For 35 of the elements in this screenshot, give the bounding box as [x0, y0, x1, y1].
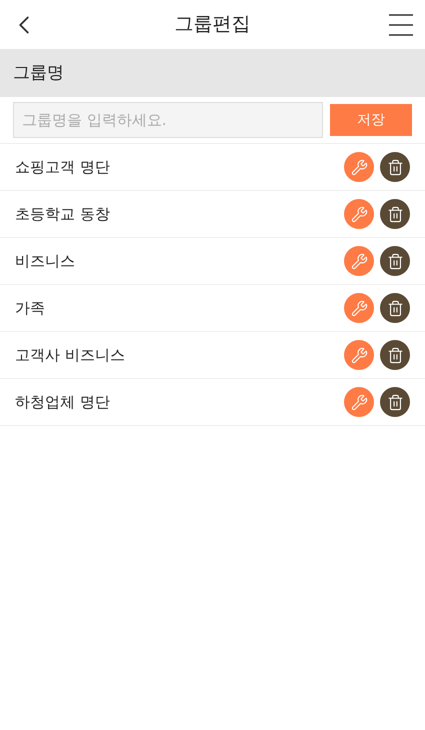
section-title: 그룹명	[13, 62, 64, 85]
menu-icon	[388, 12, 414, 36]
wrench-icon	[350, 158, 368, 176]
trash-icon	[386, 158, 404, 176]
delete-button[interactable]	[380, 152, 410, 182]
page-title: 그룹편집	[174, 12, 250, 38]
edit-button[interactable]	[344, 246, 374, 276]
group-name: 가족	[15, 298, 46, 319]
group-name: 초등학교 동창	[15, 204, 111, 225]
edit-button[interactable]	[344, 293, 374, 323]
group-name: 고객사 비즈니스	[15, 344, 126, 366]
wrench-icon	[350, 300, 368, 316]
trash-icon	[386, 346, 404, 364]
delete-button[interactable]	[380, 246, 410, 276]
trash-icon	[386, 394, 404, 410]
edit-button[interactable]	[344, 340, 374, 370]
delete-button[interactable]	[380, 199, 410, 229]
wrench-icon	[350, 394, 368, 410]
delete-button[interactable]	[380, 340, 410, 370]
trash-icon	[386, 252, 404, 270]
group-name: 쇼핑고객 명단	[15, 156, 111, 178]
edit-button[interactable]	[344, 387, 374, 417]
group-name: 하청업체 명단	[15, 392, 111, 413]
trash-icon	[386, 300, 404, 316]
wrench-icon	[350, 346, 368, 364]
delete-button[interactable]	[380, 387, 410, 417]
save-button[interactable]: 저장	[330, 104, 412, 136]
wrench-icon	[350, 252, 368, 270]
trash-icon	[386, 206, 404, 222]
edit-button[interactable]	[344, 199, 374, 229]
wrench-icon	[350, 206, 368, 222]
edit-button[interactable]	[344, 152, 374, 182]
delete-button[interactable]	[380, 293, 410, 323]
group-name: 비즈니스	[15, 250, 76, 272]
group-name-field[interactable]: 그룹명을 입력하세요.	[13, 102, 323, 138]
